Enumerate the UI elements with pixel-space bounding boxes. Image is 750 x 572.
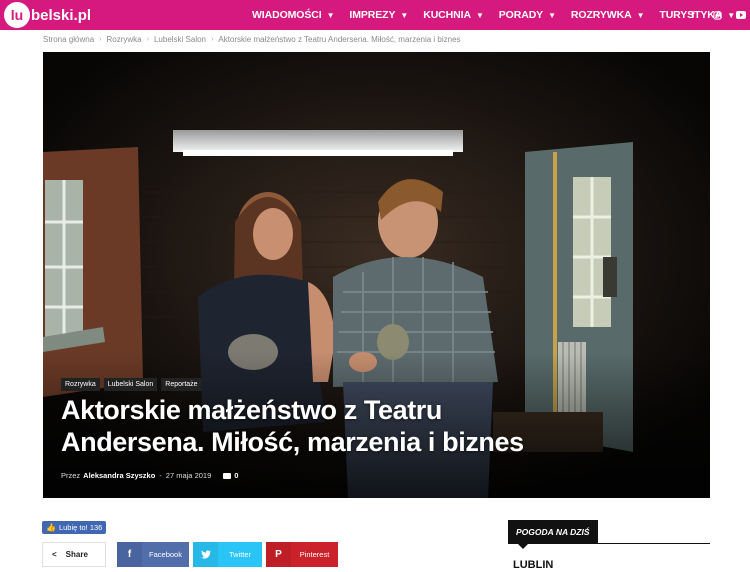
tag-reportaze[interactable]: Reportaże [161,378,202,391]
share-facebook-button[interactable]: f Facebook [117,542,189,567]
tag-rozrywka[interactable]: Rozrywka [61,378,100,391]
nav-item-kuchnia[interactable]: KUCHNIA ▼ [423,9,484,21]
nav-item-rozrywka[interactable]: ROZRYWKA ▼ [570,9,645,21]
article-title: Aktorskie małżeństwo z Teatru Andersena.… [61,395,524,457]
share-twitter-button[interactable]: Twitter [193,542,262,567]
chevron-right-icon: › [211,35,214,43]
breadcrumb-current: Aktorskie małżeństwo z Teatru Andersena.… [218,34,461,44]
site-logo[interactable]: lu belski.pl [4,2,91,28]
nav-label: KUCHNIA [423,9,471,21]
logo-mark: lu [10,7,24,23]
article-date: 27 maja 2019 [165,471,212,480]
twitter-icon [193,542,218,567]
weather-city: LUBLIN [513,559,554,571]
youtube-icon[interactable] [736,10,746,20]
pinterest-label: Pinterest [299,550,330,559]
comment-icon [223,472,232,479]
logo-circle: lu [4,2,30,28]
social-links: f [674,0,746,30]
chevron-right-icon: › [99,35,102,43]
meta-separator: - [159,471,162,480]
by-label: Przez [61,471,81,480]
weather-divider [508,543,710,544]
comments-count: 0 [234,471,239,480]
comments-link[interactable]: 0 [223,471,238,480]
share-bar: < Share f Facebook Twitter P Pinterest [42,542,342,567]
chevron-right-icon: › [146,35,149,43]
weather-widget-title: POGODA NA DZIŚ [508,520,598,549]
thumbs-up-icon: 👍 [46,523,56,532]
nav-item-wiadomosci[interactable]: WIADOMOŚCI ▼ [252,9,335,21]
article-tags: Rozrywka Lubelski Salon Reportaże [61,378,206,391]
nav-item-porady[interactable]: PORADY ▼ [499,9,556,21]
nav-label: PORADY [498,9,544,21]
breadcrumb-lubelski-salon[interactable]: Lubelski Salon [154,35,206,44]
share-label: Share [65,550,88,559]
share-icon: < [52,550,57,559]
nav-label: IMPREZY [349,9,396,21]
facebook-icon[interactable]: f [688,10,698,20]
breadcrumb-rozrywka[interactable]: Rozrywka [107,35,142,44]
top-navigation-bar: lu belski.pl WIADOMOŚCI ▼ IMPREZY ▼ KUCHNI… [0,0,750,30]
breadcrumb-home[interactable]: Strona główna [43,35,94,44]
chevron-down-icon: ▼ [326,10,335,20]
share-pinterest-button[interactable]: P Pinterest [266,542,338,567]
featured-image[interactable]: Rozrywka Lubelski Salon Reportaże Aktors… [43,52,710,498]
logo-text: belski.pl [31,6,92,24]
chevron-down-icon: ▼ [548,10,556,20]
chevron-down-icon: ▼ [400,10,409,20]
nav-label: ROZRYWKA [570,9,632,21]
twitter-label: Twitter [228,550,252,559]
chevron-down-icon: ▼ [636,10,645,20]
like-label: Lubię to! 136 [58,523,103,532]
tag-lubelski-salon[interactable]: Lubelski Salon [103,378,158,391]
nav-item-imprezy[interactable]: IMPREZY ▼ [349,9,408,21]
chevron-down-icon: ▼ [475,10,484,20]
pinterest-icon: P [266,542,291,567]
author-link[interactable]: Aleksandra Szyszko [83,471,155,480]
nav-label: WIADOMOŚCI [252,9,322,21]
facebook-icon: f [117,542,142,567]
instagram-icon[interactable] [712,10,722,20]
breadcrumb: Strona główna › Rozrywka › Lubelski Salo… [43,33,461,45]
facebook-label: Facebook [149,550,182,559]
facebook-like-button[interactable]: 👍 Lubię to! 136 [42,521,107,534]
article-meta: Przez Aleksandra Szyszko - 27 maja 2019 … [61,471,238,480]
share-label-box: < Share [42,542,106,567]
